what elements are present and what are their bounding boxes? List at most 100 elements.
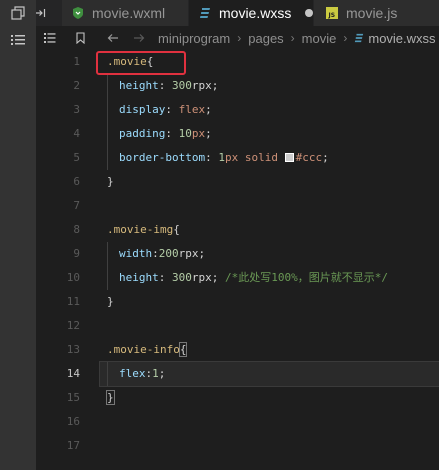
tab-label: movie.wxml <box>92 5 166 21</box>
breadcrumb-item-current[interactable]: movie.wxss <box>368 31 435 46</box>
svg-text:JS: JS <box>328 12 336 19</box>
line-number: 5 <box>73 151 80 164</box>
code-line-current[interactable]: flex:1; <box>99 361 439 387</box>
css-unit: px <box>191 127 206 140</box>
bookmark-icon[interactable] <box>74 32 86 44</box>
colon: : <box>158 79 172 92</box>
code-line[interactable]: .movie-info{ <box>100 338 439 362</box>
split-arrow-icon[interactable] <box>36 0 46 26</box>
code-line[interactable]: } <box>100 386 439 410</box>
tab-movie-wxss[interactable]: movie.wxss <box>189 0 313 26</box>
code-line[interactable]: display: flex; <box>100 98 439 122</box>
close-brace: } <box>107 295 114 308</box>
js-file-icon: JS <box>326 7 338 19</box>
tab-movie-wxml[interactable]: movie.wxml <box>62 0 188 26</box>
code-line[interactable]: width:200rpx; <box>100 242 439 266</box>
breadcrumb: miniprogram › pages › movie › movie.wxss <box>36 26 439 50</box>
semicolon: ; <box>158 367 166 380</box>
line-number-current: 14 <box>66 367 80 380</box>
chevron-right-icon: › <box>237 31 242 45</box>
line-number: 10 <box>66 271 80 284</box>
css-number: 200 <box>158 247 179 260</box>
css-property: height <box>119 271 159 284</box>
close-brace: } <box>106 390 115 405</box>
css-property: height <box>119 79 159 92</box>
list-icon[interactable] <box>42 33 58 43</box>
indent-guide <box>107 362 108 386</box>
css-number: 300 <box>172 79 192 92</box>
line-number: 1 <box>73 55 80 68</box>
css-number: 10 <box>178 127 192 140</box>
code-line[interactable]: .movie-img{ <box>100 218 439 242</box>
line-number: 9 <box>73 247 80 260</box>
line-number: 6 <box>73 175 80 188</box>
css-unit: px <box>224 151 239 164</box>
indent-guide <box>107 98 108 122</box>
breadcrumb-item[interactable]: miniprogram <box>158 31 230 46</box>
css-color-value: #ccc <box>295 151 323 164</box>
line-number: 4 <box>73 127 80 140</box>
code-line[interactable]: } <box>100 290 439 314</box>
line-number: 2 <box>73 79 80 92</box>
css-number: 1 <box>152 367 159 380</box>
colon: : <box>152 247 159 260</box>
css-value: flex <box>178 103 206 116</box>
breadcrumb-item[interactable]: movie <box>302 31 337 46</box>
css-property: flex <box>119 367 146 380</box>
css-property: padding <box>119 127 166 140</box>
code-line[interactable]: padding: 10px; <box>100 122 439 146</box>
close-brace: } <box>107 175 114 188</box>
line-number-gutter: 1 2 3 4 5 6 7 8 9 10 11 12 13 14 15 16 1… <box>36 50 100 470</box>
code-line[interactable]: } <box>100 170 439 194</box>
unsaved-dot-icon[interactable] <box>305 9 313 17</box>
css-number: 1 <box>218 151 225 164</box>
line-number: 17 <box>66 439 80 452</box>
code-editor[interactable]: .movie{ height: 300rpx; display: flex; p… <box>99 50 439 470</box>
line-number: 8 <box>73 223 80 236</box>
indent-guide <box>107 242 108 266</box>
explorer-files-icon[interactable] <box>0 0 36 26</box>
code-line[interactable]: border-bottom: 1px solid #ccc; <box>100 146 439 170</box>
line-number: 15 <box>66 391 80 404</box>
back-arrow-icon[interactable] <box>106 33 120 43</box>
css-file-icon <box>354 33 364 43</box>
line-number: 16 <box>66 415 80 428</box>
indent-guide <box>107 146 108 170</box>
breadcrumb-item[interactable]: pages <box>248 31 283 46</box>
tab-bar: movie.wxml movie.wxss JS movie.js <box>36 0 439 26</box>
css-value: solid <box>238 151 285 164</box>
css-file-icon <box>199 7 211 19</box>
code-comment: /*此处写100%，图片就不显示*/ <box>225 271 388 284</box>
semicolon: ; <box>211 79 219 92</box>
css-property: width <box>119 247 153 260</box>
semicolon: ; <box>205 103 212 116</box>
semicolon: ; <box>211 271 225 284</box>
chevron-right-icon: › <box>343 31 348 45</box>
css-unit: rpx <box>178 247 199 260</box>
css-selector: .movie-img <box>107 223 174 236</box>
semicolon: ; <box>205 127 212 140</box>
menu-lines-icon[interactable] <box>0 27 36 53</box>
tab-label: movie.wxss <box>219 5 292 21</box>
line-number: 11 <box>66 295 80 308</box>
css-property: display <box>119 103 166 116</box>
tab-movie-js[interactable]: JS movie.js <box>314 0 439 26</box>
colon: : <box>158 271 172 284</box>
color-swatch-icon[interactable] <box>284 153 294 162</box>
code-line[interactable]: height: 300rpx; <box>100 74 439 98</box>
css-unit: rpx <box>191 271 212 284</box>
css-property: border-bottom <box>119 151 206 164</box>
indent-guide <box>107 122 108 146</box>
colon: : <box>165 127 179 140</box>
tab-label: movie.js <box>346 5 398 21</box>
annotation-highlight-box <box>96 51 186 75</box>
indent-guide <box>107 266 108 290</box>
forward-arrow-icon[interactable] <box>132 33 146 43</box>
wxml-file-icon <box>72 7 84 19</box>
line-number: 7 <box>73 199 80 212</box>
code-line[interactable]: height: 300rpx; /*此处写100%，图片就不显示*/ <box>100 266 439 290</box>
indent-guide <box>107 74 108 98</box>
line-number: 13 <box>66 343 80 356</box>
line-number: 12 <box>66 319 80 332</box>
chevron-right-icon: › <box>290 31 295 45</box>
